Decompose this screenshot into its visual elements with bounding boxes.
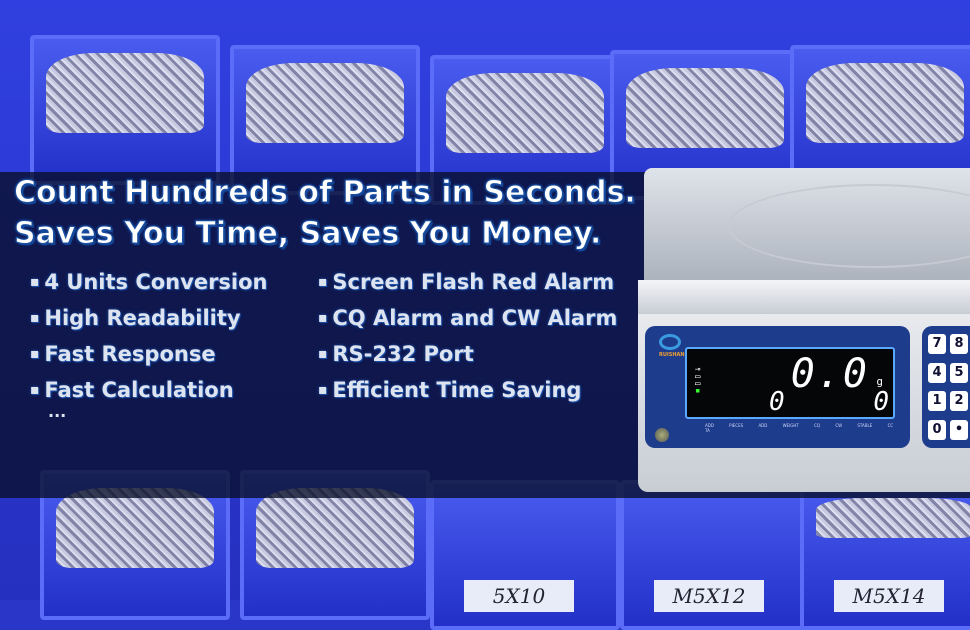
key-8[interactable]: 8 — [950, 334, 968, 354]
keypad: 7 8 4 5 1 2 0 • — [922, 326, 970, 448]
more-ellipsis: ... — [48, 402, 67, 421]
bin-label: 5X10 — [464, 580, 574, 612]
feature-item: Fast Calculation — [30, 378, 233, 402]
lcd-display: ⊸ ▭ ▭ ▪ 0.0 g 0 0 — [685, 347, 895, 419]
battery-icon: ⊸ ▭ ▭ ▪ — [695, 365, 701, 396]
feature-item: Screen Flash Red Alarm — [318, 270, 614, 294]
weight-readout: 0.0 — [790, 351, 869, 397]
indicator-labels: ADD PIECES ADD WEIGHT CQ CW STABLE CC TA — [705, 423, 894, 433]
feature-item: RS-232 Port — [318, 342, 473, 366]
unit-weight-readout: 0 — [769, 387, 785, 417]
bin-label: M5X14 — [834, 580, 944, 612]
parts-bin: 5X10 — [430, 480, 620, 630]
feature-item: CQ Alarm and CW Alarm — [318, 306, 617, 330]
display-panel: RUISHAN ⊸ ▭ ▭ ▪ 0.0 g 0 0 ADD PIECES ADD WE… — [645, 326, 910, 448]
count-readout: 0 — [873, 387, 889, 417]
key-2[interactable]: 2 — [950, 391, 968, 411]
parts-bin: M5X12 — [620, 480, 810, 630]
key-dot[interactable]: • — [950, 419, 968, 440]
key-1[interactable]: 1 — [928, 391, 946, 411]
feature-item: High Readability — [30, 306, 240, 330]
weighing-platform — [644, 168, 970, 288]
bin-label: M5X12 — [654, 580, 764, 612]
key-5[interactable]: 5 — [950, 362, 968, 383]
parts-bin: M5X14 — [800, 480, 970, 630]
feature-item: Fast Response — [30, 342, 215, 366]
headline-line-1: Count Hundreds of Parts in Seconds. — [14, 175, 637, 211]
scale-rim — [638, 280, 970, 314]
brand-logo: RUISHAN — [659, 334, 685, 358]
key-7[interactable]: 7 — [928, 334, 946, 354]
parts-bin — [30, 35, 220, 185]
key-4[interactable]: 4 — [928, 362, 946, 383]
key-0[interactable]: 0 — [928, 419, 946, 440]
feature-item: Efficient Time Saving — [318, 378, 581, 402]
power-button[interactable] — [655, 428, 669, 442]
counting-scale: RUISHAN ⊸ ▭ ▭ ▪ 0.0 g 0 0 ADD PIECES ADD WE… — [638, 168, 970, 492]
feature-item: 4 Units Conversion — [30, 270, 267, 294]
headline-line-2: Saves You Time, Saves You Money. — [13, 216, 602, 252]
